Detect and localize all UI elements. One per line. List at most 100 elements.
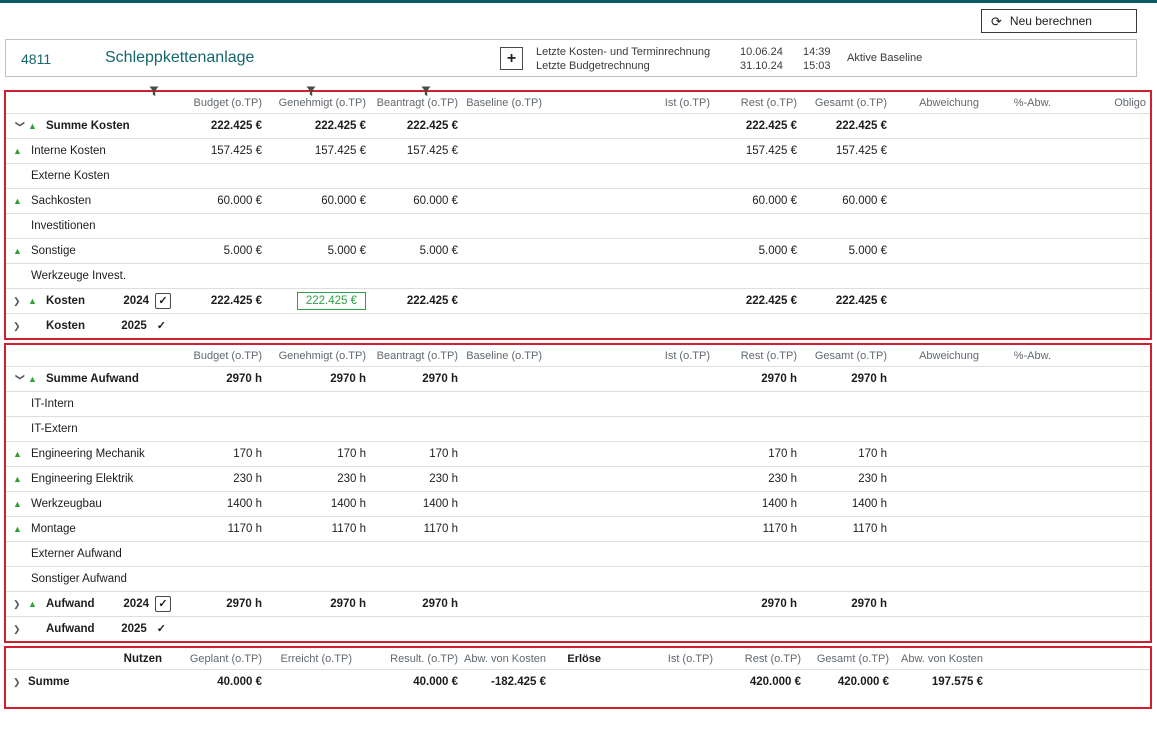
cell-budget-o-tp[interactable]: 230 h <box>176 473 268 485</box>
cell-budget-o-tp[interactable]: 157.425 € <box>176 145 268 157</box>
year-checkbox[interactable]: ✓ <box>155 293 171 309</box>
active-baseline-label: Aktive Baseline <box>847 52 922 64</box>
row-label: Interne Kosten <box>31 145 106 157</box>
cell-rest-o-tp[interactable]: 222.425 € <box>716 295 803 307</box>
cell-gesamt-o-tp[interactable]: 1170 h <box>803 523 893 535</box>
chevron-right-icon[interactable]: ❯ <box>13 625 28 634</box>
cell-beantragt-o-tp[interactable]: 222.425 € <box>372 120 464 132</box>
trend-up-icon: ▲ <box>13 500 31 509</box>
cell-genehmigt-o-tp[interactable]: 222.425 € <box>268 120 372 132</box>
cell-result-o-tp[interactable]: 40.000 € <box>358 676 464 688</box>
cell-budget-o-tp[interactable]: 60.000 € <box>176 195 268 207</box>
cell-beantragt-o-tp[interactable]: 222.425 € <box>372 295 464 307</box>
cell-beantragt-o-tp[interactable]: 5.000 € <box>372 245 464 257</box>
cell-beantragt-o-tp[interactable]: 1170 h <box>372 523 464 535</box>
column-header-abw-von-kosten: Abw. von Kosten <box>895 653 989 665</box>
expand-details-button[interactable]: + <box>500 47 523 70</box>
column-header-abweichung: Abweichung <box>893 350 985 362</box>
cell-rest-o-tp[interactable]: 420.000 € <box>719 676 807 688</box>
cell-genehmigt-o-tp[interactable]: 5.000 € <box>268 245 372 257</box>
cell-genehmigt-o-tp[interactable]: 2970 h <box>268 373 372 385</box>
cell-budget-o-tp[interactable]: 1400 h <box>176 498 268 510</box>
chevron-right-icon[interactable]: ❯ <box>13 322 28 331</box>
column-header-abw: %-Abw. <box>985 350 1057 362</box>
chevron-right-icon[interactable]: ❯ <box>13 678 28 687</box>
selected-cell-value[interactable]: 222.425 € <box>297 292 366 310</box>
row-label-cell-summe-kosten: ❯▲Summe Kosten <box>6 120 176 132</box>
cell-beantragt-o-tp[interactable]: 1400 h <box>372 498 464 510</box>
cell-rest-o-tp[interactable]: 60.000 € <box>716 195 803 207</box>
row-werkzeuge-invest: ▲Werkzeuge Invest. <box>6 263 1150 288</box>
row-label-cell-aufwand-2024: ❯▲Aufwand2024✓ <box>6 596 176 612</box>
cell-genehmigt-o-tp[interactable]: 230 h <box>268 473 372 485</box>
row-label-cell-interne-kosten: ▲Interne Kosten <box>6 145 176 157</box>
column-header-gesamt-o-tp: Gesamt (o.TP) <box>803 350 893 362</box>
cell-rest-o-tp[interactable]: 157.425 € <box>716 145 803 157</box>
cell-rest-o-tp[interactable]: 170 h <box>716 448 803 460</box>
row-label: Externe Kosten <box>31 170 110 182</box>
cell-genehmigt-o-tp[interactable]: 2970 h <box>268 598 372 610</box>
cell-abw-von-kosten[interactable]: -182.425 € <box>464 676 552 688</box>
cell-beantragt-o-tp[interactable]: 157.425 € <box>372 145 464 157</box>
filter-icon[interactable] <box>421 84 432 96</box>
cell-gesamt-o-tp[interactable]: 2970 h <box>803 373 893 385</box>
chevron-down-icon[interactable]: ❯ <box>16 373 25 385</box>
row-sonstiger-aufwand: ▲Sonstiger Aufwand <box>6 566 1150 591</box>
cost-table: Budget (o.TP)Genehmigt (o.TP)Beantragt (… <box>4 90 1152 340</box>
cell-gesamt-o-tp[interactable]: 230 h <box>803 473 893 485</box>
column-header-obligo: Obligo <box>1057 97 1152 109</box>
cell-genehmigt-o-tp[interactable]: 1400 h <box>268 498 372 510</box>
project-id: 4811 <box>21 51 51 67</box>
cell-rest-o-tp[interactable]: 5.000 € <box>716 245 803 257</box>
year-checkbox[interactable]: ✓ <box>155 596 171 612</box>
chevron-right-icon[interactable]: ❯ <box>13 297 28 306</box>
filter-icon[interactable] <box>149 84 160 96</box>
cell-gesamt-o-tp[interactable]: 420.000 € <box>807 676 895 688</box>
cell-beantragt-o-tp[interactable]: 170 h <box>372 448 464 460</box>
cell-gesamt-o-tp[interactable]: 222.425 € <box>803 295 893 307</box>
cell-rest-o-tp[interactable]: 1400 h <box>716 498 803 510</box>
row-sonstige: ▲Sonstige5.000 €5.000 €5.000 €5.000 €5.0… <box>6 238 1150 263</box>
cell-rest-o-tp[interactable]: 2970 h <box>716 373 803 385</box>
cell-budget-o-tp[interactable]: 170 h <box>176 448 268 460</box>
cell-budget-o-tp[interactable]: 1170 h <box>176 523 268 535</box>
cell-gesamt-o-tp[interactable]: 222.425 € <box>803 120 893 132</box>
cell-genehmigt-o-tp[interactable]: 222.425 € <box>268 292 372 310</box>
cell-rest-o-tp[interactable]: 1170 h <box>716 523 803 535</box>
trend-up-icon: ▲ <box>28 297 46 306</box>
cell-beantragt-o-tp[interactable]: 230 h <box>372 473 464 485</box>
cell-budget-o-tp[interactable]: 2970 h <box>176 373 268 385</box>
cell-budget-o-tp[interactable]: 5.000 € <box>176 245 268 257</box>
recalculate-button[interactable]: ⟳ Neu berechnen <box>981 9 1137 33</box>
cell-rest-o-tp[interactable]: 230 h <box>716 473 803 485</box>
cell-genehmigt-o-tp[interactable]: 170 h <box>268 448 372 460</box>
cell-gesamt-o-tp[interactable]: 5.000 € <box>803 245 893 257</box>
chevron-right-icon[interactable]: ❯ <box>13 600 28 609</box>
cell-gesamt-o-tp[interactable]: 170 h <box>803 448 893 460</box>
last-cost-calculation-date: 10.06.24 <box>740 45 783 59</box>
cell-gesamt-o-tp[interactable]: 157.425 € <box>803 145 893 157</box>
cell-genehmigt-o-tp[interactable]: 157.425 € <box>268 145 372 157</box>
cell-rest-o-tp[interactable]: 2970 h <box>716 598 803 610</box>
filter-icon[interactable] <box>306 84 317 96</box>
cell-geplant-o-tp[interactable]: 40.000 € <box>176 676 268 688</box>
cell-genehmigt-o-tp[interactable]: 1170 h <box>268 523 372 535</box>
cell-beantragt-o-tp[interactable]: 60.000 € <box>372 195 464 207</box>
cell-beantragt-o-tp[interactable]: 2970 h <box>372 373 464 385</box>
cell-genehmigt-o-tp[interactable]: 60.000 € <box>268 195 372 207</box>
cell-gesamt-o-tp[interactable]: 60.000 € <box>803 195 893 207</box>
cell-gesamt-o-tp[interactable]: 2970 h <box>803 598 893 610</box>
cell-beantragt-o-tp[interactable]: 2970 h <box>372 598 464 610</box>
cell-abw-von-kosten[interactable]: 197.575 € <box>895 676 989 688</box>
cell-budget-o-tp[interactable]: 222.425 € <box>176 120 268 132</box>
cell-rest-o-tp[interactable]: 222.425 € <box>716 120 803 132</box>
chevron-down-icon[interactable]: ❯ <box>16 120 25 132</box>
column-header-abw-von-kosten: Abw. von Kosten <box>464 653 552 665</box>
check-icon[interactable]: ✓ <box>157 624 166 635</box>
column-header-rest-o-tp: Rest (o.TP) <box>719 653 807 665</box>
cell-budget-o-tp[interactable]: 2970 h <box>176 598 268 610</box>
cell-budget-o-tp[interactable]: 222.425 € <box>176 295 268 307</box>
row-interne-kosten: ▲Interne Kosten157.425 €157.425 €157.425… <box>6 138 1150 163</box>
check-icon[interactable]: ✓ <box>157 321 166 332</box>
cell-gesamt-o-tp[interactable]: 1400 h <box>803 498 893 510</box>
